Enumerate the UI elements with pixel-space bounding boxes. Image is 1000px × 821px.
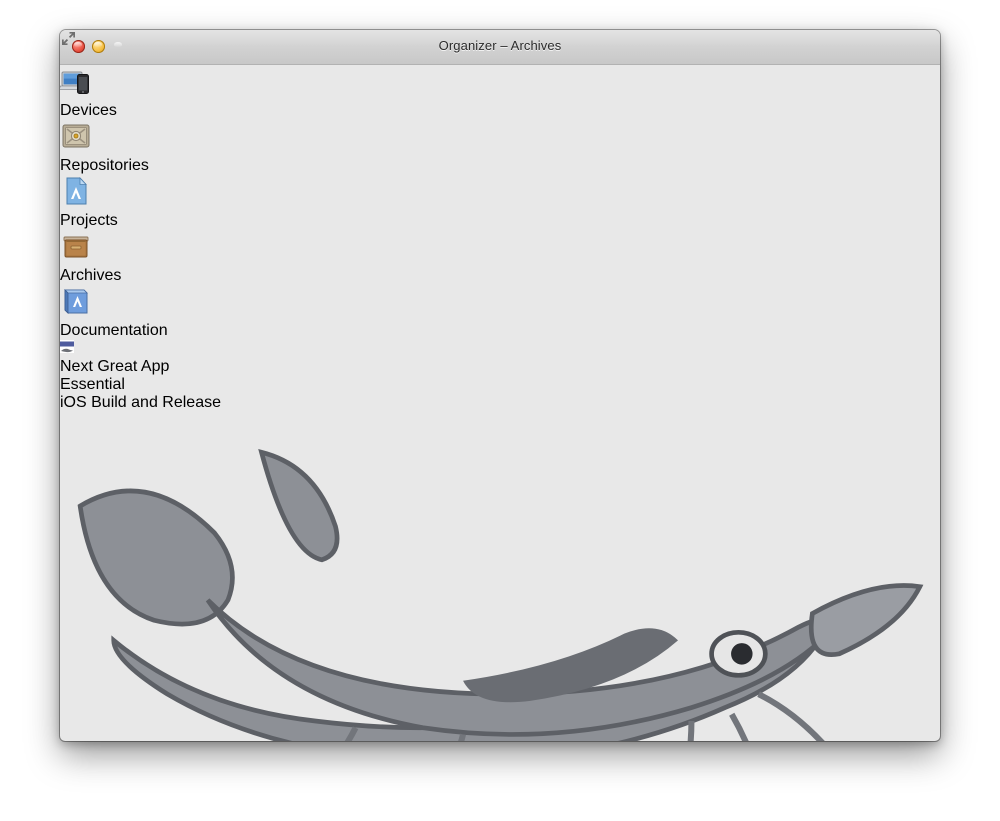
- window-title: Organizer – Archives: [438, 38, 562, 53]
- toolbar-label-projects: Projects: [60, 212, 118, 229]
- toolbar-label-archives: Archives: [60, 267, 122, 284]
- archive-detail-pane: Essential iOS Build and Release: [60, 376, 940, 741]
- documentation-book-icon: [60, 285, 940, 322]
- projects-document-icon: [60, 175, 940, 212]
- archive-cover-image: Essential iOS Build and Release: [60, 376, 940, 741]
- window-titlebar: Organizer – Archives: [60, 30, 940, 65]
- cover-title-line1: iOS Build: [60, 394, 127, 411]
- sidebar: Next Great App: [60, 340, 940, 376]
- toolbar-item-archives[interactable]: Archives: [60, 230, 940, 285]
- toolbar-label-repositories: Repositories: [60, 157, 149, 174]
- toolbar-item-repositories[interactable]: Repositories: [60, 120, 940, 175]
- organizer-window: Organizer – Archives Devices Repositorie…: [60, 30, 940, 741]
- main-toolbar: Devices Repositories Projects Archives D…: [60, 65, 940, 340]
- archives-drawer-icon: [60, 230, 940, 267]
- devices-laptop-phone-icon: [60, 65, 940, 102]
- sidebar-item-label: Next Great App: [60, 358, 170, 375]
- cover-title-band: iOS Build and Release: [60, 394, 940, 412]
- toolbar-item-projects[interactable]: Projects: [60, 175, 940, 230]
- repositories-vault-icon: [60, 120, 940, 157]
- toolbar-label-documentation: Documentation: [60, 322, 168, 339]
- toolbar-item-documentation[interactable]: Documentation: [60, 285, 940, 340]
- sidebar-item-next-great-app[interactable]: Next Great App: [60, 340, 940, 376]
- cover-series-label: Essential: [60, 376, 125, 393]
- toolbar-item-devices[interactable]: Devices: [60, 65, 940, 120]
- toolbar-label-devices: Devices: [60, 102, 117, 119]
- screenshot-canvas: Organizer – Archives Devices Repositorie…: [0, 0, 1000, 821]
- catfish-illustration: [77, 449, 924, 741]
- archive-thumbnail-icon: [60, 340, 940, 358]
- cover-title-line2: and Release: [131, 394, 221, 411]
- window-body: Next Great App Essential iOS Build and R…: [60, 340, 940, 741]
- content-area: Essential iOS Build and Release: [60, 376, 940, 741]
